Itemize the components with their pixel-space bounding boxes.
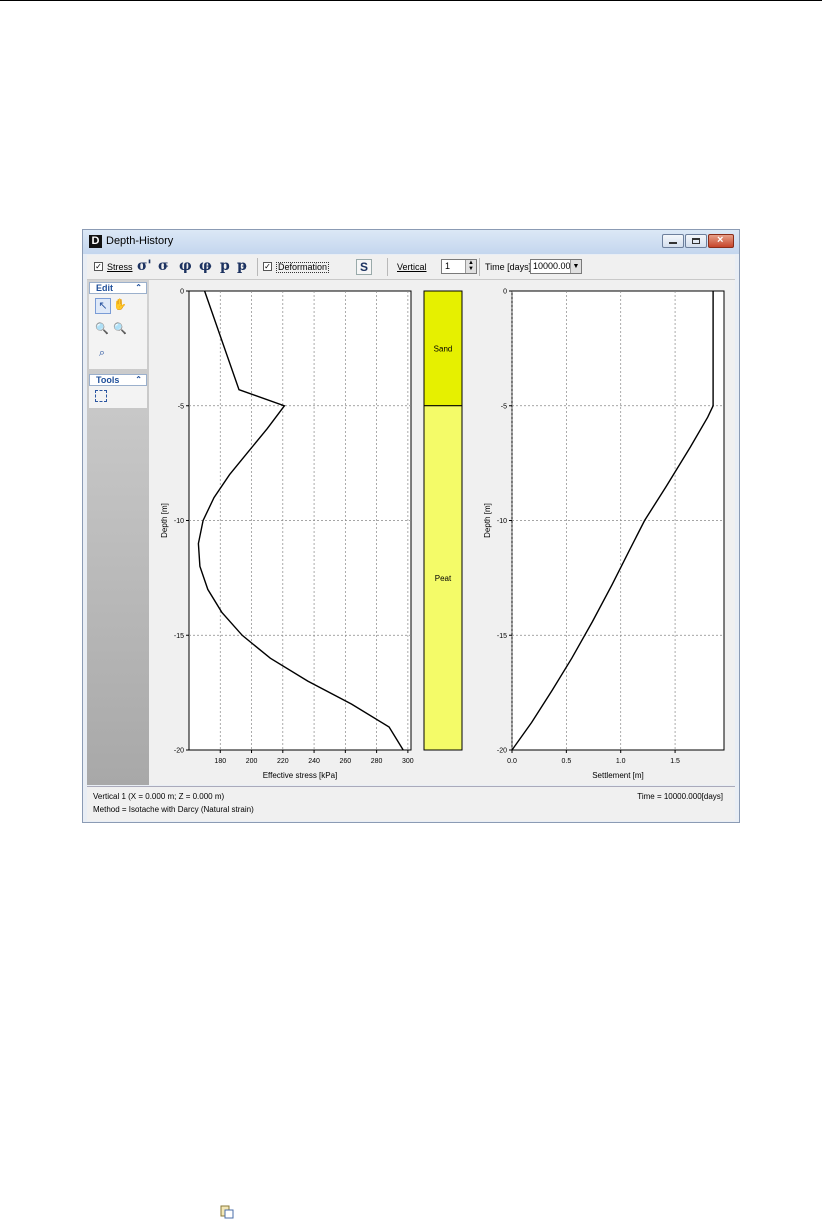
page-top-rule — [0, 0, 822, 1]
status-bar: Vertical 1 (X = 0.000 m; Z = 0.000 m) Me… — [87, 786, 735, 821]
sidebar: Edit ⌃ ↖ ✋ 🔍 🔍 ⌕ Tools ⌃ — [87, 280, 149, 785]
tools-panel — [89, 386, 147, 408]
app-icon: D — [89, 235, 102, 248]
0-y-tick-label: -20 — [174, 748, 184, 755]
method-text: Method = Isotache with Darcy (Natural st… — [93, 805, 254, 814]
0-x-tick-label: 220 — [277, 758, 289, 765]
2-y-tick-label: -15 — [497, 633, 507, 640]
tools-panel-title: Tools — [96, 375, 120, 385]
window-title: Depth-History — [106, 235, 174, 247]
0-x-tick-label: 300 — [402, 758, 414, 765]
edit-panel: ↖ ✋ 🔍 🔍 ⌕ — [89, 294, 147, 369]
0-y-axis-label: Depth [m] — [160, 503, 169, 538]
0-x-tick-label: 240 — [308, 758, 320, 765]
edit-panel-header[interactable]: Edit ⌃ — [89, 282, 147, 294]
selection-box-icon[interactable] — [95, 390, 107, 402]
title-bar[interactable]: D Depth-History × — [83, 230, 739, 254]
toolbar-separator — [479, 258, 480, 276]
effective-stress-button[interactable]: σ' — [137, 258, 152, 274]
2-x-tick-label: 1.0 — [616, 758, 626, 765]
2-x-tick-label: 0.0 — [507, 758, 517, 765]
vertical-label: Vertical — [397, 262, 427, 272]
zoom-extent-icon[interactable]: ⌕ — [95, 346, 109, 360]
time-select[interactable]: 10000.000 ▼ — [530, 259, 582, 274]
collapse-icon[interactable]: ⌃ — [135, 283, 142, 293]
pressure-alt-button[interactable]: p̵ — [237, 258, 247, 274]
close-button[interactable]: × — [708, 234, 734, 248]
minimize-button[interactable] — [662, 234, 684, 248]
edit-panel-title: Edit — [96, 283, 113, 293]
2-y-tick-label: -10 — [497, 518, 507, 525]
zoom-in-icon[interactable]: 🔍 — [95, 322, 109, 336]
soil-layer-label: Peat — [435, 574, 452, 583]
total-stress-button[interactable]: σ̵ — [158, 258, 168, 274]
0-x-tick-label: 260 — [339, 758, 351, 765]
pore-pressure-button[interactable]: φ — [179, 258, 192, 274]
2-y-tick-label: -5 — [501, 403, 507, 410]
time-label: Time [days] — [485, 262, 532, 272]
collapse-icon[interactable]: ⌃ — [135, 375, 142, 385]
time-status-text: Time = 10000.000[days] — [637, 792, 723, 801]
depth-history-plots: 180 200 220 240 260 280 300 0 -5 -10 -15 -20 Effecti… — [160, 289, 725, 780]
spinner-arrows-icon[interactable]: ▲ ▼ — [465, 260, 476, 273]
0-y-tick-label: -5 — [178, 403, 184, 410]
0-y-tick-label: -15 — [174, 633, 184, 640]
deformation-label: Deformation — [276, 262, 330, 273]
2-x-axis-label: Settlement [m] — [592, 771, 644, 780]
depth-history-window: D Depth-History × ✓ Stress σ' σ̵ φ φ̵ p … — [82, 229, 740, 823]
tools-panel-header[interactable]: Tools ⌃ — [89, 374, 147, 386]
pressure-button[interactable]: p — [220, 258, 230, 274]
2-y-axis-label: Depth [m] — [483, 503, 492, 538]
toolbar-separator — [257, 258, 258, 276]
vertical-spinner[interactable]: 1 ▲ ▼ — [441, 259, 477, 274]
0-x-tick-label: 200 — [246, 758, 258, 765]
pan-hand-icon[interactable]: ✋ — [113, 298, 127, 312]
stress-checkbox[interactable]: ✓ — [94, 262, 103, 271]
0-x-tick-label: 280 — [371, 758, 383, 765]
settlement-button[interactable]: S — [356, 259, 372, 275]
2-y-tick-label: 0 — [503, 289, 507, 296]
0-y-tick-label: 0 — [180, 289, 184, 296]
toolbar: ✓ Stress σ' σ̵ φ φ̵ p p̵ ✓ Deformation S… — [87, 255, 735, 280]
vertical-location-text: Vertical 1 (X = 0.000 m; Z = 0.000 m) — [93, 792, 225, 801]
2-x-tick-label: 0.5 — [561, 758, 571, 765]
zoom-out-icon[interactable]: 🔍 — [113, 322, 127, 336]
deformation-checkbox[interactable]: ✓ — [263, 262, 272, 271]
0-x-axis-label: Effective stress [kPa] — [263, 771, 338, 780]
2-y-tick-label: -20 — [497, 748, 507, 755]
stress-label: Stress — [107, 262, 133, 272]
chevron-down-icon[interactable]: ▼ — [570, 260, 581, 273]
0-x-tick-label: 180 — [214, 758, 226, 765]
select-arrow-icon[interactable]: ↖ — [95, 298, 111, 314]
2-x-tick-label: 1.5 — [670, 758, 680, 765]
paste-icon — [220, 1205, 234, 1219]
soil-layer-label: Sand — [434, 344, 453, 353]
maximize-button[interactable] — [685, 234, 707, 248]
0-y-tick-label: -10 — [174, 518, 184, 525]
toolbar-separator — [387, 258, 388, 276]
vertical-value: 1 — [445, 261, 451, 271]
plot-area: 180 200 220 240 260 280 300 0 -5 -10 -15 -20 Effecti… — [149, 280, 735, 785]
pore-pressure-alt-button[interactable]: φ̵ — [199, 258, 212, 274]
